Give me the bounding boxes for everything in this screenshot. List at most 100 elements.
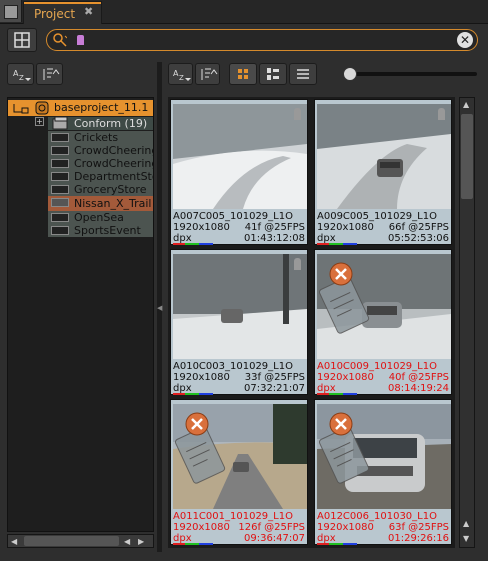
tree-item-opensea[interactable]: OpenSea: [48, 211, 153, 224]
audio-clip-icon: [51, 213, 69, 222]
thumbnail-size-slider-knob[interactable]: [343, 67, 357, 81]
clip-resolution: 1920x1080: [173, 372, 230, 383]
thumbnail-size-slider[interactable]: [345, 72, 477, 76]
green-channel-bar: [185, 393, 199, 395]
clip-length: 40f @25FPS: [388, 372, 449, 383]
red-channel-bar: [173, 543, 185, 545]
detail-grid-icon: [267, 68, 279, 80]
green-channel-bar: [185, 543, 199, 545]
clip-name: A007C005_101029_L1O: [173, 211, 293, 222]
grid-sort-order-button[interactable]: [195, 63, 220, 85]
panel-splitter[interactable]: ◀: [157, 62, 162, 552]
clear-search-button[interactable]: ✕: [457, 32, 473, 48]
bin-tag-icon: [77, 35, 84, 45]
blue-channel-bar: [199, 543, 213, 545]
clip-flag-icon: [294, 258, 301, 270]
clip-length: 41f @25FPS: [244, 222, 305, 233]
clip-flag-icon: [294, 108, 301, 120]
view-layout-button[interactable]: [7, 28, 37, 52]
folder-icon: [52, 117, 68, 130]
clip-thumbnail[interactable]: [173, 104, 307, 209]
clip-card[interactable]: A011C001_101029_L1O 1920x1080 126f @25FPS d…: [170, 399, 308, 545]
sort-az-icon: AZ: [13, 69, 31, 82]
sort-order-icon: [201, 68, 218, 80]
tree-item-label: CrowdCheering: [74, 157, 154, 170]
scroll-down-icon[interactable]: ▲: [463, 519, 469, 528]
tree-item-conform[interactable]: Conform (19): [48, 117, 153, 130]
green-channel-bar: [329, 243, 343, 245]
clip-timecode: 07:32:21:07: [243, 383, 305, 394]
clip-card[interactable]: A009C005_101029_L1O 1920x1080 66f @25FPS dp…: [314, 99, 452, 245]
scroll-down-icon[interactable]: ▼: [463, 534, 469, 543]
clip-resolution: 1920x1080: [317, 522, 374, 533]
audio-clip-icon: [51, 133, 69, 142]
clip-card[interactable]: A012C006_101030_L1O 1920x1080 63f @25FPS dp…: [314, 399, 452, 545]
grid-vertical-scrollbar[interactable]: ▲ ▲ ▼: [459, 97, 475, 548]
tree-item-nissan[interactable]: Nissan_X_Trail: [48, 196, 153, 211]
red-channel-bar: [317, 543, 329, 545]
tab-project[interactable]: Project ✖: [23, 1, 102, 24]
green-channel-bar: [329, 393, 343, 395]
scroll-left-icon[interactable]: ◀: [11, 537, 17, 546]
clip-thumbnail[interactable]: [317, 404, 451, 509]
clip-thumbnail[interactable]: [173, 404, 307, 509]
clip-name: A011C001_101029_L1O: [173, 511, 293, 522]
clip-resolution: 1920x1080: [317, 372, 374, 383]
scroll-left-icon[interactable]: ◀: [124, 537, 130, 546]
tab-close-icon[interactable]: ✖: [84, 5, 93, 18]
grid-sort-az-button[interactable]: AZ: [168, 63, 193, 85]
expand-icon[interactable]: +: [35, 117, 44, 126]
tree-item-label: Nissan_X_Trail: [74, 197, 152, 210]
sort-az-button[interactable]: AZ: [7, 63, 34, 85]
tree-item-sportsevent[interactable]: SportsEvent: [48, 224, 153, 237]
detail-view-button[interactable]: [259, 63, 287, 85]
thumbnail-view-button[interactable]: [229, 63, 257, 85]
clip-length: 126f @25FPS: [238, 522, 305, 533]
tree-item-departmentstore[interactable]: DepartmentStore: [48, 170, 153, 183]
audio-clip-icon: [51, 185, 69, 194]
clip-timecode: 01:29:26:16: [387, 533, 449, 544]
clip-thumbnail[interactable]: [317, 104, 451, 209]
offline-media-icon: [319, 412, 370, 484]
blue-channel-bar: [343, 243, 357, 245]
clip-card[interactable]: A010C003_101029_L1O 1920x1080 33f @25FPS dp…: [170, 249, 308, 395]
offline-media-icon: [175, 412, 226, 484]
list-view-button[interactable]: [289, 63, 317, 85]
scroll-up-icon[interactable]: ▲: [463, 100, 469, 109]
clip-name: A010C003_101029_L1O: [173, 361, 293, 372]
tree-horizontal-scrollbar[interactable]: ◀ ◀ ▶: [7, 534, 154, 548]
clip-card[interactable]: A010C009_101029_L1O 1920x1080 40f @25FPS dp…: [314, 249, 452, 395]
scroll-right-icon[interactable]: ▶: [138, 537, 144, 546]
clip-length: 63f @25FPS: [388, 522, 449, 533]
blue-channel-bar: [343, 393, 357, 395]
tree-item-crickets[interactable]: Crickets: [48, 131, 153, 144]
clip-card[interactable]: A007C005_101029_L1O 1920x1080 41f @25FPS dp…: [170, 99, 308, 245]
green-channel-bar: [185, 243, 199, 245]
tree-item-crowdcheering-2[interactable]: CrowdCheering: [48, 157, 154, 170]
thumbnail-grid-icon: [238, 69, 248, 79]
sort-order-button[interactable]: [36, 63, 63, 85]
panel-menu-icon[interactable]: [0, 0, 22, 22]
sort-order-icon: [43, 68, 60, 80]
grid-layout-icon: [14, 32, 30, 48]
video-clip-icon: [51, 198, 69, 207]
splitter-arrow-icon: ◀: [157, 304, 163, 312]
scrollbar-thumb[interactable]: [24, 536, 119, 546]
search-field[interactable]: ✕: [46, 29, 478, 51]
tree-item-label: DepartmentStore: [74, 170, 153, 183]
clip-grid: A007C005_101029_L1O 1920x1080 41f @25FPS dp…: [168, 97, 455, 548]
clip-timecode: 05:52:53:06: [387, 233, 449, 244]
clip-timecode: 08:14:19:24: [387, 383, 449, 394]
red-channel-bar: [317, 243, 329, 245]
clip-resolution: 1920x1080: [317, 222, 374, 233]
tree-item-crowdcheering-1[interactable]: CrowdCheering: [48, 144, 153, 157]
clip-thumbnail[interactable]: [317, 254, 451, 359]
tree-item-label: Crickets: [74, 131, 119, 144]
search-icon[interactable]: [53, 33, 67, 47]
tree-item-label: SportsEvent: [74, 224, 141, 237]
clip-thumbnail[interactable]: [173, 254, 307, 359]
tree-root-item[interactable]: baseproject_11.1: [8, 100, 153, 116]
red-channel-bar: [317, 393, 329, 395]
scrollbar-thumb[interactable]: [461, 114, 473, 199]
tree-item-grocerystore[interactable]: GroceryStore: [48, 183, 153, 196]
